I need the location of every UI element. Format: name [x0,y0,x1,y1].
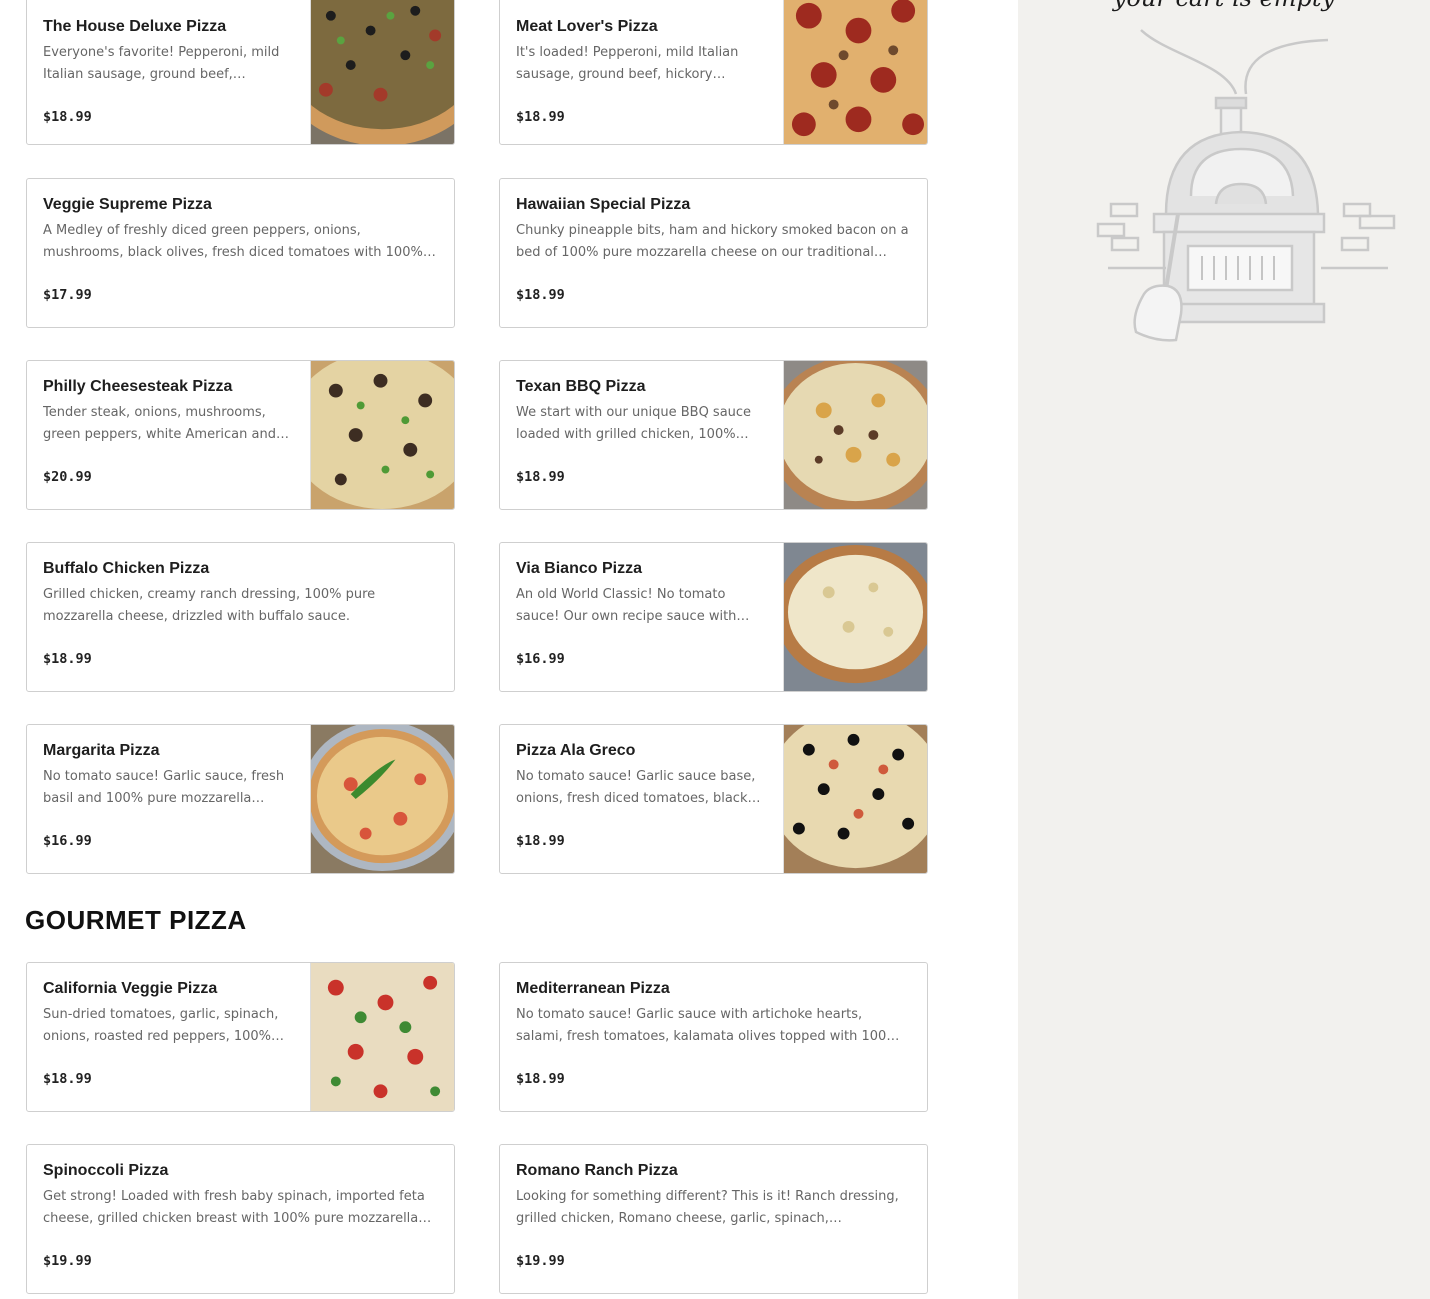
menu-item-the-house-deluxe-pizza[interactable]: The House Deluxe Pizza Everyone's favori… [26,0,455,145]
pizza-image [783,361,927,509]
item-description: A Medley of freshly diced green peppers,… [43,223,423,260]
pizza-image [783,0,927,144]
section-title-gourmet-pizza: GOURMET PIZZA [25,905,247,935]
item-description: An old World Classic! No tomato sauce! O… [516,587,737,624]
item-description: No tomato sauce! Garlic sauce base, onio… [516,769,761,806]
item-name: Buffalo Chicken Pizza [43,560,210,577]
pizza-image [783,725,927,873]
menu-item-texan-bbq-pizza[interactable]: Texan BBQ Pizza We start with our unique… [499,360,928,510]
item-description: It's loaded! Pepperoni, mild Italian sau… [516,45,739,82]
item-price: $19.99 [516,1253,565,1269]
item-price: $18.99 [516,109,565,125]
menu-item-mediterranean-pizza[interactable]: Mediterranean Pizza No tomato sauce! Gar… [499,962,928,1112]
item-description: No tomato sauce! Garlic sauce, fresh bas… [43,769,285,806]
pizza-image [783,543,927,691]
item-description: Chunky pineapple bits, ham and hickory s… [516,223,909,260]
item-price: $18.99 [516,469,565,485]
menu-item-margarita-pizza[interactable]: Margarita Pizza No tomato sauce! Garlic … [26,724,455,874]
item-name: Pizza Ala Greco [516,742,636,759]
item-description: Get strong! Loaded with fresh baby spina… [43,1189,432,1226]
menu-item-pizza-ala-greco[interactable]: Pizza Ala Greco No tomato sauce! Garlic … [499,724,928,874]
item-price: $18.99 [516,1071,565,1087]
item-price: $18.99 [516,287,565,303]
menu-item-veggie-supreme-pizza[interactable]: Veggie Supreme Pizza A Medley of freshly… [26,178,455,328]
item-description: Grilled chicken, creamy ranch dressing, … [43,587,376,624]
pizza-image [310,725,454,873]
menu-item-hawaiian-special-pizza[interactable]: Hawaiian Special Pizza Chunky pineapple … [499,178,928,328]
menu-item-via-bianco-pizza[interactable]: Via Bianco Pizza An old World Classic! N… [499,542,928,692]
pizza-oven-illustration [1096,24,1396,344]
item-description: Tender steak, onions, mushrooms, green p… [43,405,289,442]
item-description: We start with our unique BBQ sauce loade… [516,405,752,442]
menu-item-philly-cheesesteak-pizza[interactable]: Philly Cheesesteak Pizza Tender steak, o… [26,360,455,510]
item-price: $16.99 [516,651,565,667]
item-name: Via Bianco Pizza [516,560,642,577]
menu-item-spinoccoli-pizza[interactable]: Spinoccoli Pizza Get strong! Loaded with… [26,1144,455,1294]
item-name: Margarita Pizza [43,742,160,759]
item-description: Sun-dried tomatoes, garlic, spinach, oni… [43,1007,279,1044]
item-description: Everyone's favorite! Pepperoni, mild Ita… [43,45,280,82]
item-name: Spinoccoli Pizza [43,1162,169,1179]
item-name: Texan BBQ Pizza [516,378,646,395]
item-price: $16.99 [43,833,92,849]
item-name: California Veggie Pizza [43,980,218,997]
cart-empty-message: your cart is empty [1018,0,1430,12]
pizza-image [310,963,454,1111]
item-price: $18.99 [43,109,92,125]
item-name: Meat Lover's Pizza [516,18,658,35]
menu-item-romano-ranch-pizza[interactable]: Romano Ranch Pizza Looking for something… [499,1144,928,1294]
item-name: Hawaiian Special Pizza [516,196,691,213]
item-price: $18.99 [43,1071,92,1087]
menu-item-california-veggie-pizza[interactable]: California Veggie Pizza Sun-dried tomato… [26,962,455,1112]
cart-panel: your cart is empty [1018,0,1430,1299]
item-price: $17.99 [43,287,92,303]
item-name: Philly Cheesesteak Pizza [43,378,233,395]
item-price: $20.99 [43,469,92,485]
item-name: Veggie Supreme Pizza [43,196,212,213]
item-description: No tomato sauce! Garlic sauce with artic… [516,1007,899,1044]
pizza-image [310,0,454,144]
item-price: $18.99 [516,833,565,849]
menu-item-meat-lovers-pizza[interactable]: Meat Lover's Pizza It's loaded! Pepperon… [499,0,928,145]
pizza-image [310,361,454,509]
item-name: Romano Ranch Pizza [516,1162,678,1179]
menu-item-buffalo-chicken-pizza[interactable]: Buffalo Chicken Pizza Grilled chicken, c… [26,542,455,692]
item-price: $18.99 [43,651,92,667]
item-name: Mediterranean Pizza [516,980,670,997]
item-name: The House Deluxe Pizza [43,18,227,35]
item-description: Looking for something different? This is… [516,1189,899,1226]
item-price: $19.99 [43,1253,92,1269]
